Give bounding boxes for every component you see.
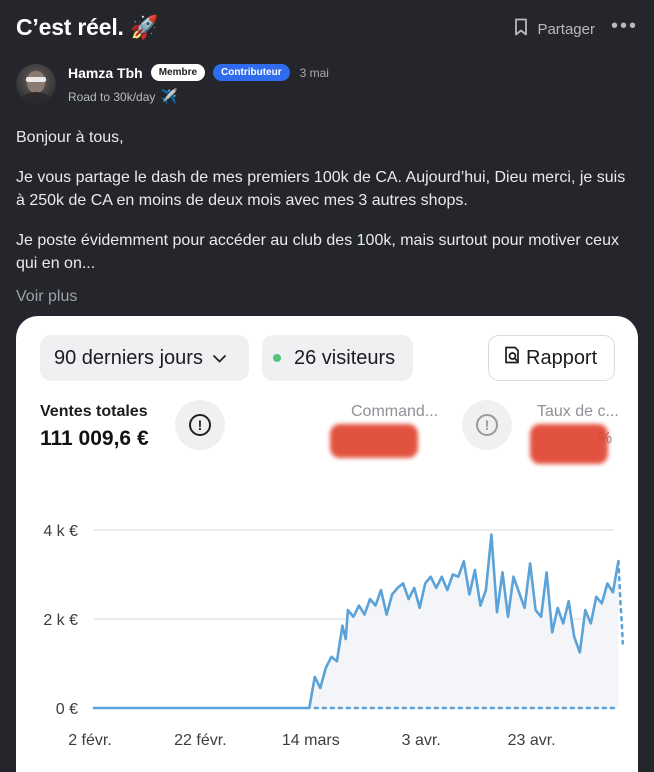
- dashboard-screenshot: 90 derniers jours 26 visiteurs Rapport V…: [16, 316, 638, 772]
- more-options-button[interactable]: •••: [611, 16, 638, 39]
- post-paragraph: Bonjour à tous,: [16, 129, 124, 146]
- y-tick-label: 2 k €: [43, 612, 78, 629]
- x-tick-label: 22 févr.: [174, 732, 226, 749]
- post-date: 3 mai: [299, 65, 329, 80]
- post-header: C’est réel. 🚀 Partager •••: [16, 14, 638, 46]
- x-tick-label: 23 avr.: [508, 732, 556, 749]
- y-tick-label: 0 €: [56, 701, 78, 718]
- author-block: Hamza Tbh Membre Contributeur 3 mai Road…: [16, 62, 638, 106]
- member-badge: Membre: [150, 64, 206, 81]
- post-body: Bonjour à tous, Je vous partage le dash …: [16, 126, 636, 292]
- x-tick-label: 14 mars: [282, 732, 340, 749]
- author-tagline: Road to 30k/day ✈️: [68, 88, 178, 105]
- post-paragraph: Je vous partage le dash de mes premiers …: [16, 169, 626, 209]
- author-name[interactable]: Hamza Tbh: [68, 65, 143, 81]
- x-tick-label: 2 févr.: [68, 732, 112, 749]
- series-area: [94, 534, 619, 708]
- avatar[interactable]: [16, 64, 56, 104]
- contributor-badge: Contributeur: [213, 64, 290, 81]
- post-paragraph: Je poste évidemment pour accéder au club…: [16, 232, 619, 272]
- share-label: Partager: [537, 20, 595, 38]
- rocket-icon: 🚀: [129, 14, 159, 40]
- bookmark-icon: [514, 18, 528, 40]
- author-tagline-text: Road to 30k/day: [68, 89, 156, 104]
- sales-line-chart: 0 € 2 k € 4 k € 2 févr. 22 févr. 14 mars 3 avr…: [43, 523, 625, 749]
- x-tick-label: 3 avr.: [402, 732, 441, 749]
- author-line: Hamza Tbh Membre Contributeur 3 mai: [68, 64, 329, 81]
- y-tick-label: 4 k €: [43, 523, 78, 540]
- see-more-link[interactable]: Voir plus: [16, 288, 77, 306]
- series-line-comparison: [617, 559, 625, 645]
- post-title-text: C’est réel.: [16, 14, 124, 40]
- airplane-icon: ✈️: [160, 88, 178, 104]
- post-actions: Partager •••: [514, 16, 638, 40]
- share-button[interactable]: Partager: [514, 18, 595, 40]
- post-title: C’est réel. 🚀: [16, 14, 159, 41]
